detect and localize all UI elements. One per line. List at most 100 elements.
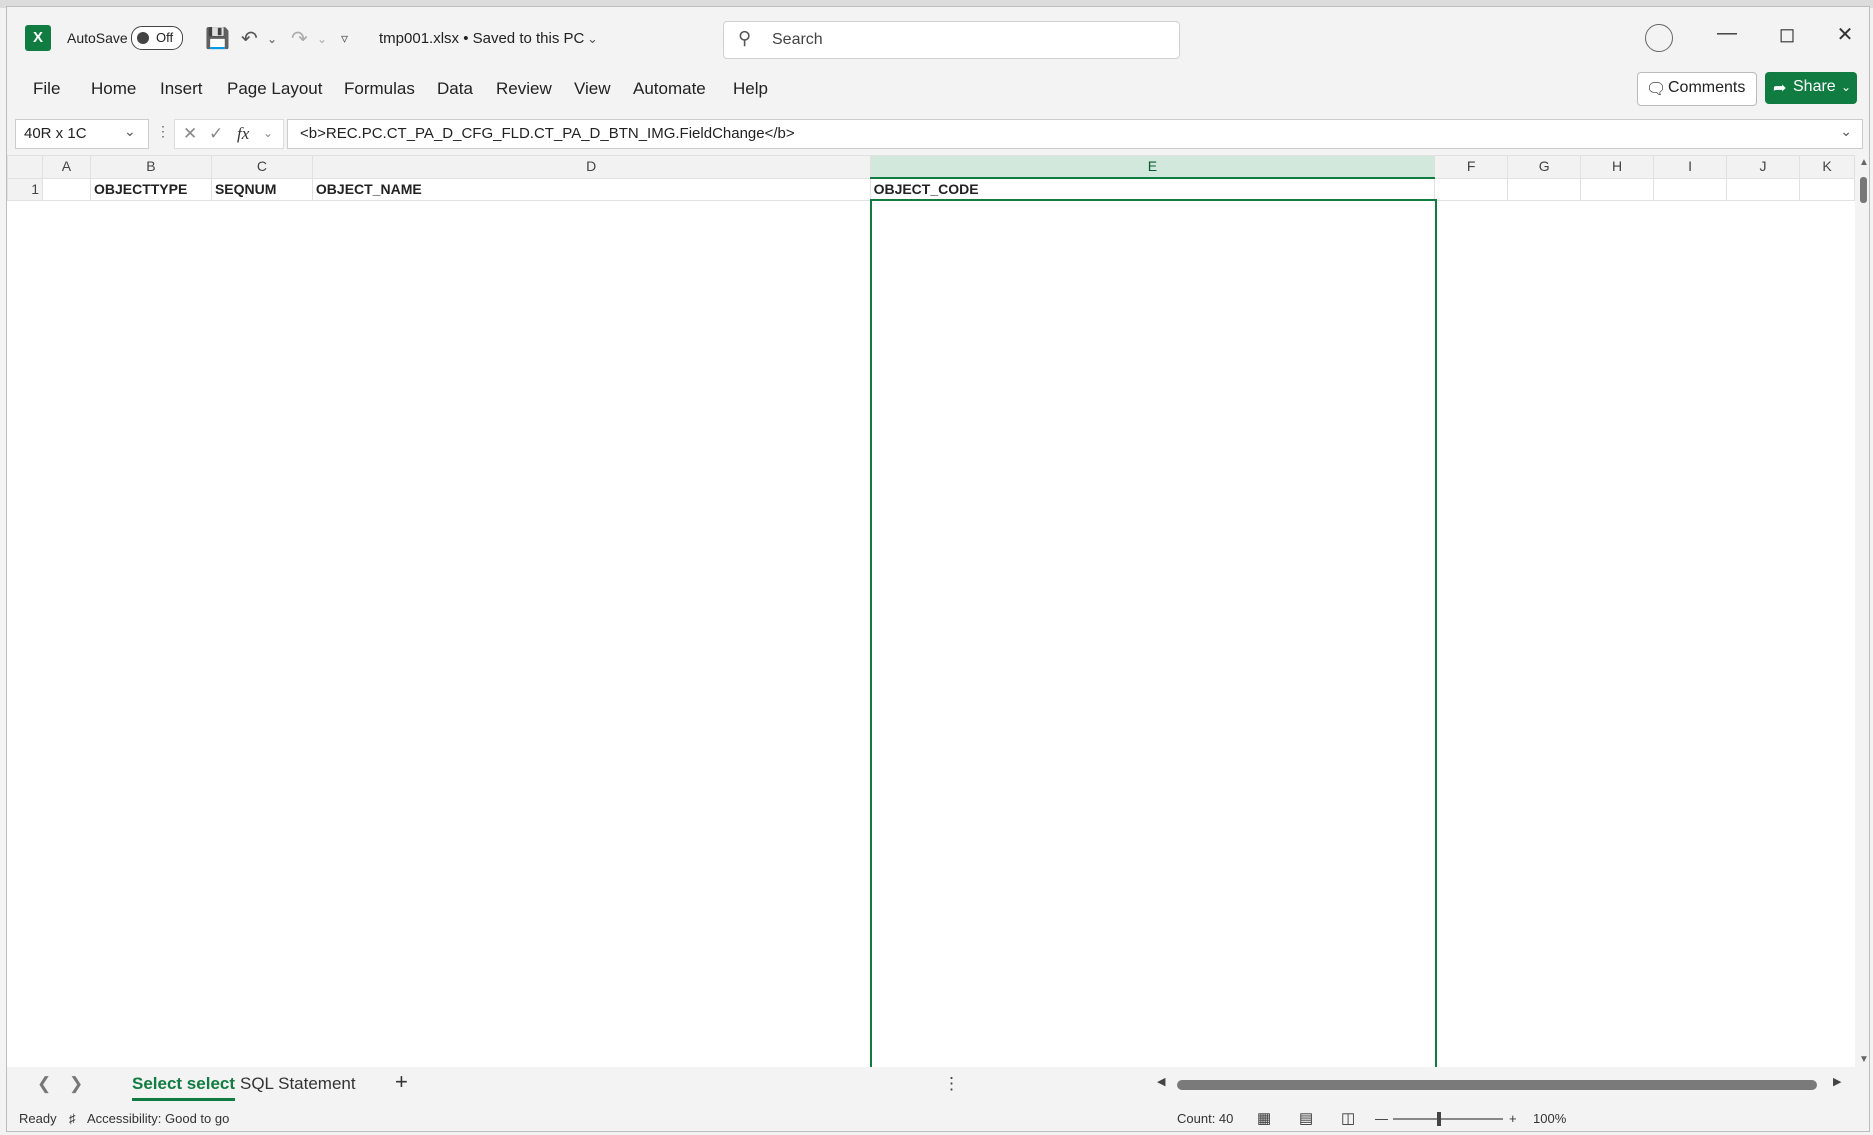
share-label: Share [1793, 78, 1836, 95]
autosave-toggle[interactable]: Off [131, 26, 183, 50]
title-bar: X AutoSave Off 💾 ↶ ⌄ ↷ ⌄ ▿ tmp001.xlsx •… [7, 7, 1869, 63]
expand-formula-chevron-icon[interactable]: ⌄ [1840, 123, 1852, 140]
cell[interactable] [1507, 177, 1582, 201]
formula-buttons: ✕ ✓ fx ⌄ [174, 119, 284, 149]
undo-icon[interactable]: ↶ [241, 26, 258, 51]
cell[interactable] [1653, 177, 1728, 201]
status-ready: Ready [19, 1111, 57, 1126]
select-all-corner[interactable] [7, 155, 43, 179]
menu-data[interactable]: Data [437, 79, 473, 99]
column-header[interactable]: D [311, 155, 871, 179]
file-title[interactable]: tmp001.xlsx • Saved to this PC [379, 30, 584, 47]
zoom-slider-track[interactable] [1393, 1118, 1503, 1120]
column-header[interactable]: H [1580, 155, 1655, 179]
cell[interactable]: OBJECTTYPE [89, 177, 212, 201]
excel-window: X AutoSave Off 💾 ↶ ⌄ ↷ ⌄ ▿ tmp001.xlsx •… [6, 6, 1870, 1132]
redo-dropdown-icon[interactable]: ⌄ [317, 32, 327, 46]
tab-sql-statement[interactable]: SQL Statement [240, 1074, 356, 1094]
menu-help[interactable]: Help [733, 79, 768, 99]
scroll-left-icon[interactable]: ◀ [1157, 1075, 1165, 1088]
formula-bar: 40R x 1C ⌄ ⋮ ✕ ✓ fx ⌄ <b>REC.PC.CT_PA_D_… [7, 117, 1869, 149]
accessibility-icon: ♯ [69, 1111, 76, 1126]
row-header[interactable]: 1 [7, 177, 43, 201]
column-header[interactable]: J [1726, 155, 1800, 179]
sheet-tab-bar: ❮ ❯ Select select SQL Statement + ⋮ ◀ ▶ [7, 1067, 1869, 1103]
page-break-view-icon[interactable]: ◫ [1341, 1109, 1355, 1127]
menu-automate[interactable]: Automate [633, 79, 706, 99]
comments-button[interactable]: 🗨 Comments [1637, 72, 1757, 106]
search-placeholder: Search [772, 31, 823, 48]
name-box-chevron-down-icon[interactable]: ⌄ [124, 123, 136, 140]
minimize-icon[interactable]: — [1707, 22, 1747, 45]
menu-page-layout[interactable]: Page Layout [227, 79, 322, 99]
scroll-up-icon[interactable]: ▲ [1859, 157, 1869, 168]
column-header[interactable]: I [1653, 155, 1728, 179]
selection-count: Count: 40 [1177, 1111, 1234, 1126]
share-button[interactable]: ➦ Share ⌄ [1765, 72, 1857, 104]
fx-chevron-down-icon[interactable]: ⌄ [263, 126, 273, 140]
menu-file[interactable]: File [33, 79, 60, 99]
menu-review[interactable]: Review [496, 79, 552, 99]
column-header[interactable]: F [1434, 155, 1509, 179]
cell[interactable] [1798, 177, 1855, 201]
maximize-icon[interactable]: ◻ [1767, 22, 1807, 47]
vertical-scrollbar[interactable]: ▲ ▼ [1855, 155, 1869, 1067]
customize-quick-access-icon[interactable]: ▿ [341, 30, 348, 47]
cell[interactable] [1726, 177, 1800, 201]
filename-chevron-down-icon[interactable]: ⌄ [587, 31, 598, 47]
cell[interactable] [41, 177, 91, 201]
formula-input[interactable]: <b>REC.PC.CT_PA_D_CFG_FLD.CT_PA_D_BTN_IM… [287, 119, 1863, 149]
sheet-options-icon[interactable]: ⋮ [943, 1074, 960, 1094]
insert-function-icon[interactable]: fx [237, 124, 249, 144]
formula-content: <b>REC.PC.CT_PA_D_CFG_FLD.CT_PA_D_BTN_IM… [300, 125, 795, 142]
horizontal-scrollbar[interactable]: ◀ ▶ [1157, 1075, 1845, 1093]
page-layout-view-icon[interactable]: ▤ [1299, 1109, 1313, 1127]
toggle-knob [137, 32, 149, 44]
share-chevron-down-icon: ⌄ [1841, 80, 1852, 94]
column-header[interactable]: G [1507, 155, 1582, 179]
enter-check-icon[interactable]: ✓ [209, 124, 223, 144]
comment-icon: 🗨 [1646, 81, 1667, 98]
menu-view[interactable]: View [574, 79, 611, 99]
cell[interactable]: OBJECT_CODE [869, 177, 1436, 201]
add-sheet-button[interactable]: + [395, 1069, 408, 1095]
scroll-down-icon[interactable]: ▼ [1859, 1054, 1869, 1065]
column-header-selected[interactable]: E [869, 155, 1436, 179]
cancel-icon[interactable]: ✕ [183, 124, 197, 144]
prev-sheet-icon[interactable]: ❮ [37, 1074, 51, 1094]
search-icon: ⚲ [738, 28, 752, 48]
more-options-icon[interactable]: ⋮ [156, 123, 170, 140]
comments-label: Comments [1668, 79, 1746, 96]
account-avatar-icon[interactable] [1645, 24, 1673, 52]
cell[interactable] [1434, 177, 1509, 201]
cell[interactable]: OBJECT_NAME [311, 177, 871, 201]
scroll-right-icon[interactable]: ▶ [1833, 1075, 1841, 1088]
cell[interactable]: SEQNUM [210, 177, 313, 201]
horizontal-scroll-thumb[interactable] [1177, 1080, 1817, 1090]
redo-icon[interactable]: ↷ [291, 26, 308, 51]
normal-view-icon[interactable]: ▦ [1257, 1109, 1271, 1127]
next-sheet-icon[interactable]: ❯ [69, 1074, 83, 1094]
undo-dropdown-icon[interactable]: ⌄ [267, 32, 277, 46]
column-header[interactable]: C [210, 155, 313, 179]
zoom-out-icon[interactable]: — [1375, 1111, 1388, 1126]
zoom-slider-thumb[interactable] [1437, 1112, 1441, 1126]
tab-select-select[interactable]: Select select [132, 1074, 236, 1101]
worksheet-grid[interactable]: A B C D E F G H I J K 1 OBJECTTYPE SEQNU… [7, 155, 1855, 1067]
menu-insert[interactable]: Insert [160, 79, 203, 99]
menu-home[interactable]: Home [91, 79, 136, 99]
column-header[interactable]: B [89, 155, 212, 179]
cell[interactable] [1580, 177, 1655, 201]
column-header[interactable]: K [1798, 155, 1855, 179]
zoom-in-icon[interactable]: + [1509, 1111, 1517, 1126]
save-icon[interactable]: 💾 [205, 26, 230, 51]
status-bar: Ready ♯ Accessibility: Good to go Count:… [7, 1107, 1869, 1131]
zoom-level[interactable]: 100% [1533, 1111, 1566, 1126]
accessibility-status[interactable]: Accessibility: Good to go [87, 1111, 229, 1126]
scroll-thumb[interactable] [1860, 177, 1867, 203]
name-box[interactable]: 40R x 1C ⌄ [15, 119, 149, 149]
menu-formulas[interactable]: Formulas [344, 79, 415, 99]
search-box[interactable]: ⚲ Search [723, 21, 1180, 59]
column-header[interactable]: A [41, 155, 91, 179]
close-icon[interactable]: ✕ [1825, 22, 1865, 47]
